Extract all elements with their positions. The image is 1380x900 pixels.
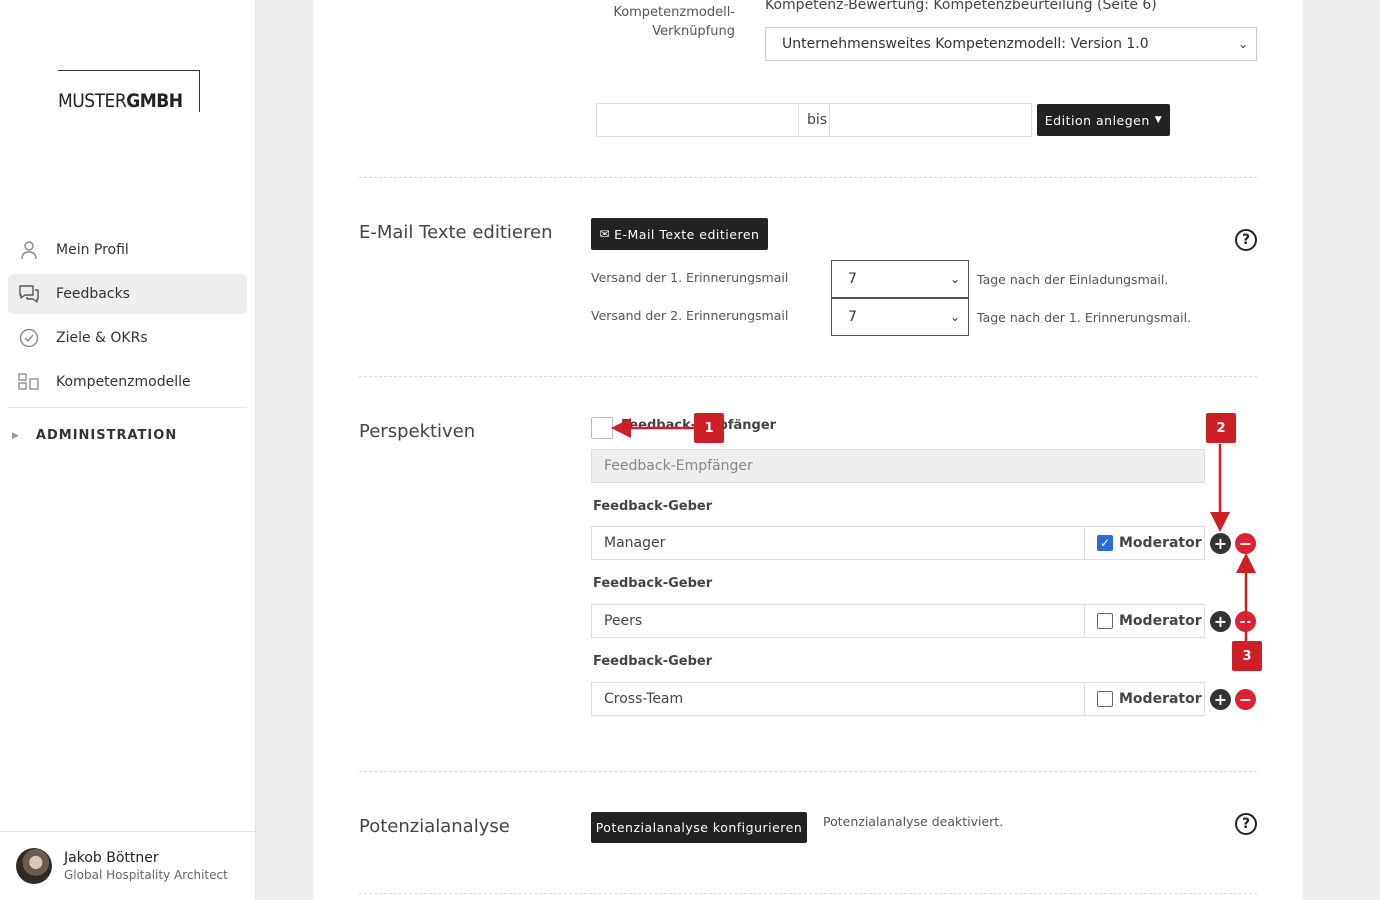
sidebar-admin-toggle[interactable]: ▶ ADMINISTRATION [12, 428, 177, 443]
section-divider [359, 771, 1257, 772]
divider [8, 407, 247, 408]
section-title-perspektiven: Perspektiven [359, 421, 476, 442]
moderator-checkbox-cross-team[interactable] [1097, 691, 1113, 707]
range-end-input[interactable] [829, 103, 1032, 137]
caret-down-icon: ▼ [1154, 115, 1163, 125]
chat-icon [18, 283, 40, 305]
remove-perspective-button[interactable]: − [1235, 689, 1256, 710]
moderator-toggle-manager[interactable]: ✓ Moderator [1084, 526, 1205, 560]
user-profile[interactable]: Jakob Böttner Global Hospitality Archite… [16, 848, 228, 884]
section-divider [359, 376, 1257, 377]
range-start-input[interactable] [596, 103, 799, 137]
remove-perspective-button[interactable]: − [1235, 611, 1256, 632]
logo-text-left: MUSTER [58, 90, 127, 112]
sidebar-item-kompetenzmodelle[interactable]: Kompetenzmodelle [8, 362, 247, 402]
admin-label: ADMINISTRATION [35, 428, 178, 443]
help-icon[interactable]: ? [1235, 813, 1257, 835]
reminder2-label: Versand der 2. Erinnerungsmail [591, 308, 789, 323]
feedback-geber-input-peers[interactable]: Peers [591, 604, 1085, 638]
select-value: Unternehmensweites Kompetenzmodell: Vers… [782, 36, 1149, 52]
feedback-empfaenger-input: Feedback-Empfänger [591, 449, 1205, 483]
envelope-icon: ✉ [599, 227, 611, 241]
chevron-down-icon: ⌄ [1237, 37, 1248, 51]
reminder1-label: Versand der 1. Erinnerungsmail [591, 270, 789, 285]
feedback-geber-label: Feedback-Geber [593, 654, 713, 669]
divider [0, 831, 255, 832]
section-divider [359, 893, 1257, 894]
sidebar-item-label: Kompetenzmodelle [56, 374, 191, 390]
section-divider [359, 177, 1257, 178]
sidebar: MUSTERGMBH Mein Profil Feedbacks Ziele &… [0, 0, 256, 900]
moderator-checkbox-manager[interactable]: ✓ [1097, 535, 1113, 551]
annotation-badge-1: 1 [694, 413, 724, 443]
section-title-potenzialanalyse: Potenzialanalyse [359, 816, 510, 837]
sidebar-item-label: Ziele & OKRs [56, 330, 148, 346]
sidebar-item-label: Mein Profil [56, 242, 129, 258]
add-perspective-button[interactable]: + [1210, 689, 1231, 710]
kompetenzmodell-select[interactable]: Unternehmensweites Kompetenzmodell: Vers… [765, 27, 1257, 61]
sidebar-item-feedbacks[interactable]: Feedbacks [8, 274, 247, 314]
avatar [16, 848, 52, 884]
blocks-icon [18, 371, 40, 393]
sidebar-item-mein-profil[interactable]: Mein Profil [8, 230, 247, 270]
annotation-badge-2: 2 [1206, 413, 1236, 443]
kompetenz-label: Kompetenzmodell- Verknüpfung [613, 5, 735, 39]
user-name: Jakob Böttner [64, 850, 159, 866]
caret-right-icon: ▶ [12, 430, 20, 441]
moderator-toggle-cross-team[interactable]: Moderator [1084, 682, 1205, 716]
user-icon [18, 239, 40, 261]
feedback-geber-label: Feedback-Geber [593, 576, 713, 591]
chevron-down-icon: ⌄ [949, 310, 960, 324]
feedback-geber-input-manager[interactable]: Manager [591, 526, 1085, 560]
logo-text-right: GMBH [126, 90, 183, 112]
remove-perspective-button[interactable]: − [1235, 533, 1256, 554]
section-title-email: E-Mail Texte editieren [359, 222, 553, 243]
help-icon[interactable]: ? [1235, 229, 1257, 251]
range-separator: bis [798, 103, 830, 137]
add-perspective-button[interactable]: + [1210, 611, 1231, 632]
reminder1-suffix: Tage nach der Einladungsmail. [977, 272, 1169, 287]
chevron-down-icon: ⌄ [949, 272, 960, 286]
email-texte-editieren-button[interactable]: ✉ E-Mail Texte editieren [591, 218, 768, 250]
feedback-geber-label: Feedback-Geber [593, 499, 713, 514]
potenzialanalyse-status: Potenzialanalyse deaktiviert. [823, 814, 1004, 829]
sidebar-nav: Mein Profil Feedbacks Ziele & OKRs Kompe… [8, 230, 247, 406]
kompetenz-bewertung-text: Kompetenz-Bewertung: Kompetenzbeurteilun… [765, 0, 1157, 13]
user-role: Global Hospitality Architect [64, 868, 228, 882]
main-content: Kompetenzmodell- Verknüpfung Kompetenz-B… [313, 0, 1303, 900]
sidebar-item-label: Feedbacks [56, 286, 130, 302]
reminder2-select[interactable]: 7 ⌄ [831, 298, 969, 336]
moderator-toggle-peers[interactable]: Moderator [1084, 604, 1205, 638]
reminder1-select[interactable]: 7 ⌄ [831, 260, 969, 298]
add-perspective-button[interactable]: + [1210, 533, 1231, 554]
sidebar-item-ziele-okrs[interactable]: Ziele & OKRs [8, 318, 247, 358]
edition-anlegen-button[interactable]: Edition anlegen ▼ [1037, 104, 1170, 136]
annotation-badge-3: 3 [1232, 641, 1262, 671]
potenzialanalyse-konfigurieren-button[interactable]: Potenzialanalyse konfigurieren [591, 812, 807, 843]
company-logo[interactable]: MUSTERGMBH [58, 70, 200, 115]
check-circle-icon [18, 327, 40, 349]
reminder2-suffix: Tage nach der 1. Erinnerungsmail. [977, 310, 1192, 325]
moderator-checkbox-peers[interactable] [1097, 613, 1113, 629]
feedback-geber-input-cross-team[interactable]: Cross-Team [591, 682, 1085, 716]
feedback-empfaenger-checkbox[interactable] [591, 417, 613, 439]
